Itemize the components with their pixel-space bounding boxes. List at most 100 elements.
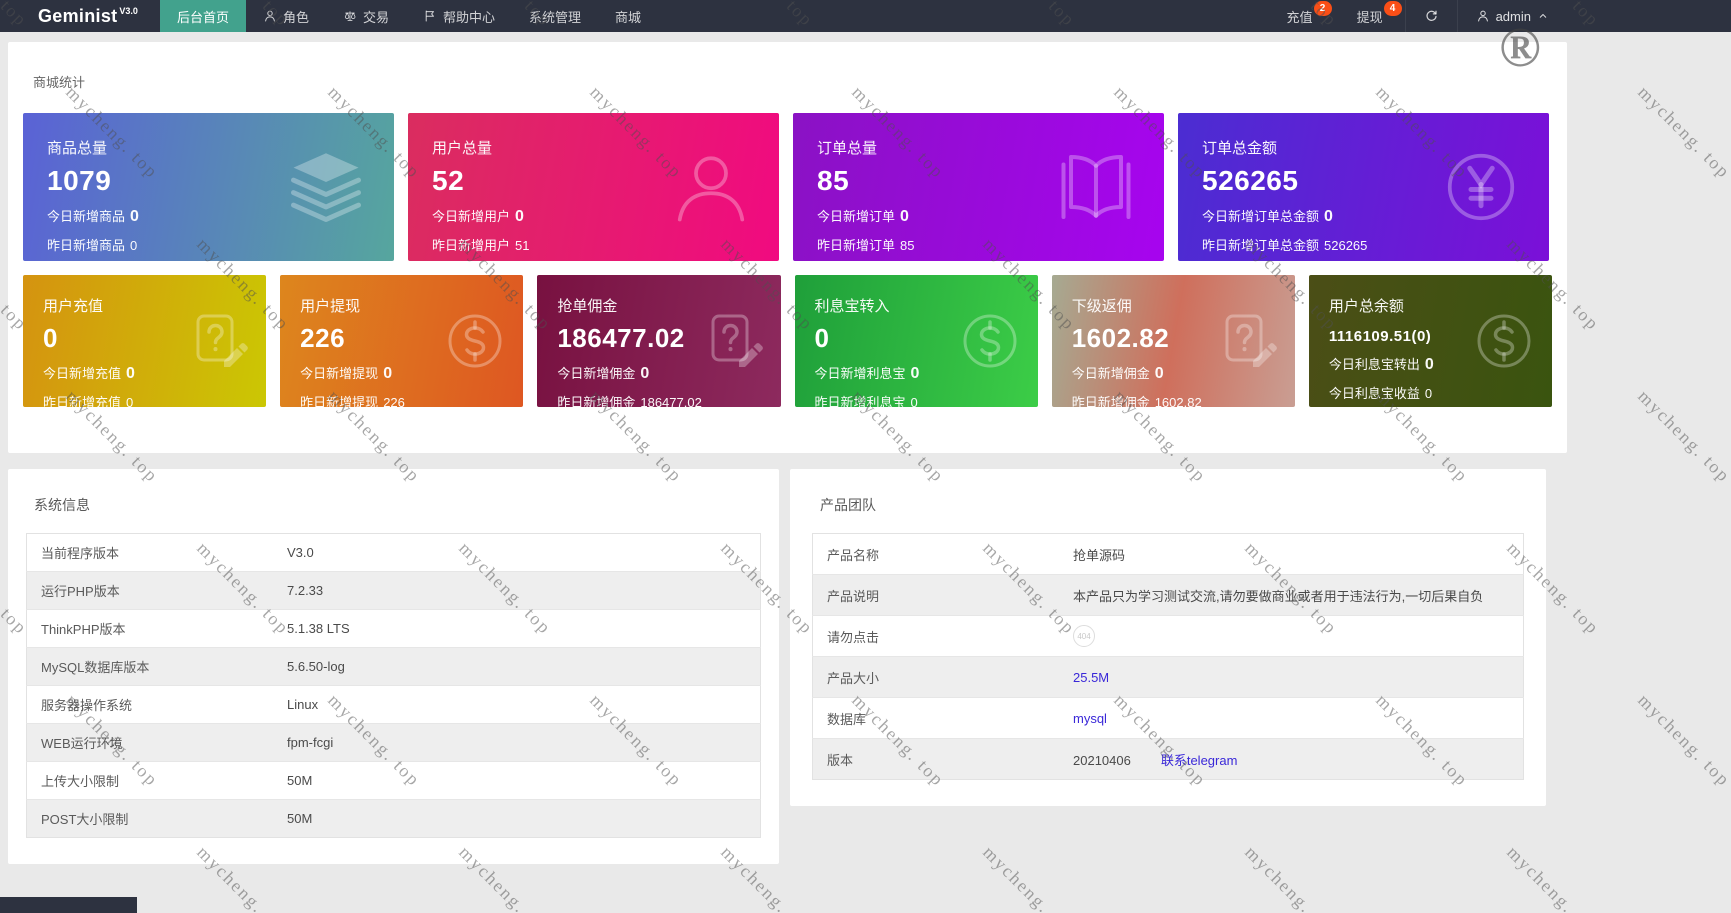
navbar-actions: 充值2提现4 (1265, 0, 1405, 32)
app-version: V3.0 (119, 6, 138, 16)
navbar-menu-item[interactable]: 角色 (246, 0, 326, 32)
stats-cards-row-2: 用户充值0今日新增充值0昨日新增充值0用户提现226今日新增提现0昨日新增提现2… (23, 275, 1552, 407)
stat-card: 订单总金额526265今日新增订单总金额0昨日新增订单总金额526265 (1178, 113, 1549, 261)
stat-line-yesterday-label: 昨日新增充值 (43, 395, 121, 407)
row-value: 50M (273, 762, 761, 800)
dollar-icon (1472, 309, 1536, 373)
navbar-action-label: 提现 (1357, 7, 1383, 26)
row-label: 运行PHP版本 (27, 572, 274, 610)
stat-line-yesterday-value: 51 (515, 238, 529, 253)
stat-line-today-value: 0 (640, 365, 649, 382)
stat-line-yesterday-value: 0 (1425, 386, 1432, 401)
navbar-action-button[interactable]: 充值2 (1265, 0, 1335, 32)
navbar-menu-item-label: 系统管理 (529, 7, 581, 26)
table-row: 请勿点击 404 (813, 616, 1524, 657)
product-team-panel: 产品团队 产品名称抢单源码产品说明本产品只为学习测试交流,请勿要做商业或者用于违… (790, 469, 1546, 806)
stat-card: 用户总量52今日新增用户0昨日新增用户51 (408, 113, 779, 261)
stat-card: 利息宝转入0今日新增利息宝0昨日新增利息宝0 (795, 275, 1038, 407)
stat-line-today-value: 0 (900, 208, 909, 225)
row-value: mysql (1059, 698, 1524, 739)
value-link[interactable]: 25.5M (1073, 670, 1109, 685)
table-row: WEB运行环境fpm-fcgi (27, 724, 761, 762)
row-label: WEB运行环境 (27, 724, 274, 762)
footer-bar (0, 897, 137, 913)
stat-card: 订单总量85今日新增订单0昨日新增订单85 (793, 113, 1164, 261)
watermark-text: mycheng. top (1633, 82, 1731, 183)
stat-line-today-label: 今日新增商品 (47, 209, 125, 224)
stat-line-today-value: 0 (515, 208, 524, 225)
stat-line-yesterday: 昨日新增充值0 (43, 392, 246, 407)
stat-line-today-label: 今日新增利息宝 (815, 366, 906, 381)
row-label: 服务器操作系统 (27, 686, 274, 724)
stat-line-yesterday-value: 1602.82 (1155, 395, 1202, 407)
stat-line-yesterday: 今日利息宝收益 0 (1329, 383, 1532, 402)
row-value: 7.2.33 (273, 572, 761, 610)
stat-line-today-label: 今日新增佣金 (1072, 366, 1150, 381)
do-not-click-badge[interactable]: 404 (1073, 625, 1095, 647)
system-info-tbody: 当前程序版本V3.0运行PHP版本7.2.33ThinkPHP版本5.1.38 … (27, 534, 761, 838)
row-label: MySQL数据库版本 (27, 648, 274, 686)
stat-line-yesterday-value: 226 (383, 395, 405, 407)
system-info-panel: 系统信息 当前程序版本V3.0运行PHP版本7.2.33ThinkPHP版本5.… (8, 469, 779, 864)
table-row: 运行PHP版本7.2.33 (27, 572, 761, 610)
dollar-icon (958, 309, 1022, 373)
refresh-button[interactable] (1405, 0, 1458, 32)
table-row: 服务器操作系统Linux (27, 686, 761, 724)
table-row: MySQL数据库版本5.6.50-log (27, 648, 761, 686)
product-team-table: 产品名称抢单源码产品说明本产品只为学习测试交流,请勿要做商业或者用于违法行为,一… (812, 533, 1524, 780)
row-value: 5.6.50-log (273, 648, 761, 686)
stat-line-yesterday-value: 85 (900, 238, 914, 253)
navbar-right: 充值2提现4 admin (1265, 0, 1731, 32)
stat-line-today-value: 0 (1425, 356, 1434, 373)
layers-icon (286, 147, 366, 227)
navbar-action-button[interactable]: 提现4 (1335, 0, 1405, 32)
value-text: 20210406 (1073, 753, 1131, 768)
stat-line-yesterday: 昨日新增佣金1602.82 (1072, 392, 1275, 407)
stat-line-yesterday-label: 今日利息宝收益 (1329, 386, 1420, 401)
app-logo[interactable]: Geminist V3.0 (0, 0, 160, 32)
stat-line-today-value: 0 (130, 208, 139, 225)
stat-line-yesterday-label: 昨日新增订单 (817, 238, 895, 253)
stat-line-yesterday: 昨日新增订单 85 (817, 235, 1140, 254)
main-content: 商城统计 商品总量1079今日新增商品0昨日新增商品0用户总量52今日新增用户0… (8, 42, 1567, 864)
navbar-action-label: 充值 (1287, 7, 1313, 26)
row-label: 版本 (813, 739, 1060, 780)
page: Geminist V3.0 后台首页角色 交易帮助中心系统管理商城 充值2提现4 … (0, 0, 1731, 864)
value-link[interactable]: mysql (1073, 711, 1107, 726)
navbar-menu: 后台首页角色 交易帮助中心系统管理商城 (160, 0, 658, 32)
navbar-menu-item[interactable]: 商城 (598, 0, 658, 32)
navbar-menu-item[interactable]: 后台首页 (160, 0, 246, 32)
stat-line-yesterday: 昨日新增利息宝0 (815, 392, 1018, 407)
telegram-link[interactable]: 联系telegram (1161, 753, 1238, 768)
table-row: 产品大小25.5M (813, 657, 1524, 698)
table-row: 产品说明本产品只为学习测试交流,请勿要做商业或者用于违法行为,一切后果自负 (813, 575, 1524, 616)
flag-icon (423, 9, 437, 23)
navbar-menu-item[interactable]: 帮助中心 (406, 0, 512, 32)
stat-card: 用户充值0今日新增充值0昨日新增充值0 (23, 275, 266, 407)
navbar-menu-item[interactable]: 系统管理 (512, 0, 598, 32)
system-info-title: 系统信息 (34, 495, 761, 515)
navbar-menu-item-label: 交易 (363, 7, 389, 26)
stat-line-yesterday-label: 昨日新增订单总金额 (1202, 238, 1319, 253)
row-value: fpm-fcgi (273, 724, 761, 762)
user-menu[interactable]: admin (1458, 0, 1567, 32)
stat-line-yesterday-value: 526265 (1324, 238, 1367, 253)
stat-line-yesterday: 昨日新增佣金186477.02 (557, 392, 760, 407)
row-label: POST大小限制 (27, 800, 274, 838)
stat-line-yesterday-label: 昨日新增佣金 (557, 395, 635, 407)
row-value: V3.0 (273, 534, 761, 572)
stat-line-today-value: 0 (911, 365, 920, 382)
table-row: 上传大小限制50M (27, 762, 761, 800)
navbar-menu-item[interactable]: 交易 (326, 0, 406, 32)
table-row: 版本 20210406 联系telegram (813, 739, 1524, 780)
stat-card: 用户提现226今日新增提现0昨日新增提现226 (280, 275, 523, 407)
navbar-menu-item-label: 后台首页 (177, 7, 229, 26)
notification-badge: 2 (1314, 1, 1332, 16)
row-value: Linux (273, 686, 761, 724)
row-label: 请勿点击 (813, 616, 1060, 657)
row-label: 上传大小限制 (27, 762, 274, 800)
watermark-text: mycheng. top (1633, 690, 1731, 791)
navbar: Geminist V3.0 后台首页角色 交易帮助中心系统管理商城 充值2提现4 … (0, 0, 1731, 32)
stat-line-today-label: 今日新增订单 (817, 209, 895, 224)
stat-line-today-label: 今日新增用户 (432, 209, 510, 224)
